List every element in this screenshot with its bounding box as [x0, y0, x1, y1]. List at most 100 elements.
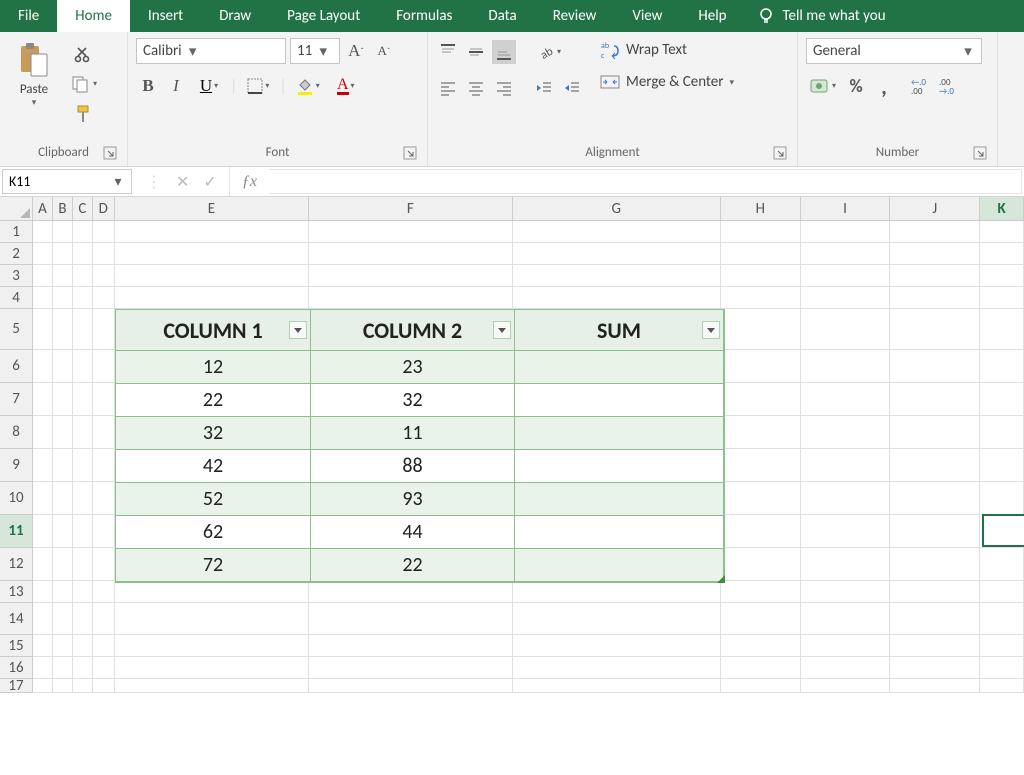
select-all-corner[interactable] [0, 197, 33, 221]
table-cell[interactable]: 62 [116, 516, 311, 549]
spreadsheet-grid[interactable]: ABCDEFGHIJK 1234567891011121314151617 CO… [0, 197, 1024, 775]
orientation-button[interactable]: ab▾ [532, 40, 566, 64]
column-header-D[interactable]: D [93, 197, 115, 221]
align-center-button[interactable] [464, 76, 488, 100]
dialog-launcher-icon[interactable] [773, 146, 787, 160]
menu-tab-draw[interactable]: Draw [201, 0, 269, 32]
name-box[interactable]: K11▾ [2, 169, 132, 194]
table-cell[interactable] [515, 516, 724, 549]
menu-tab-review[interactable]: Review [535, 0, 615, 32]
row-header-2[interactable]: 2 [0, 243, 33, 265]
table-header-column-2[interactable]: COLUMN 2 [311, 310, 515, 351]
accounting-format-button[interactable]: ▾ [806, 74, 840, 98]
enter-formula-button[interactable]: ✓ [203, 172, 216, 192]
column-header-G[interactable]: G [513, 197, 721, 221]
column-header-E[interactable]: E [115, 197, 309, 221]
table-cell[interactable]: 22 [116, 384, 311, 417]
align-bottom-button[interactable] [492, 40, 516, 64]
font-size-select[interactable]: 11▾ [290, 38, 340, 64]
copy-button[interactable]: ▾ [66, 72, 102, 96]
column-header-I[interactable]: I [801, 197, 891, 221]
align-right-button[interactable] [492, 76, 516, 100]
tell-me-search[interactable]: Tell me what you [745, 0, 898, 32]
table-cell[interactable]: 44 [311, 516, 515, 549]
row-header-11[interactable]: 11 [0, 515, 33, 548]
table-cell[interactable] [515, 483, 724, 516]
fill-color-button[interactable]: ▾ [291, 74, 325, 98]
fx-label[interactable]: ƒx [230, 167, 269, 196]
column-header-J[interactable]: J [890, 197, 980, 221]
increase-font-button[interactable]: Aˆ [344, 39, 368, 63]
cancel-formula-button[interactable]: ✕ [176, 172, 189, 192]
table-cell[interactable]: 12 [116, 351, 311, 384]
table-cell[interactable]: 42 [116, 450, 311, 483]
wrap-text-button[interactable]: abc Wrap Text [600, 40, 734, 60]
row-header-12[interactable]: 12 [0, 548, 33, 581]
table-cell[interactable]: 32 [311, 384, 515, 417]
merge-center-button[interactable]: Merge & Center ▾ [600, 72, 734, 92]
table-cell[interactable]: 88 [311, 450, 515, 483]
table-cell[interactable] [515, 384, 724, 417]
decrease-font-button[interactable]: Aˇ [372, 39, 396, 63]
column-header-H[interactable]: H [721, 197, 801, 221]
underline-button[interactable]: U▾ [192, 74, 226, 98]
table-header-column-1[interactable]: COLUMN 1 [116, 310, 311, 351]
paste-button[interactable]: Paste ▾ [8, 38, 60, 108]
row-header-3[interactable]: 3 [0, 265, 33, 287]
decrease-indent-button[interactable] [532, 76, 556, 100]
table-cell[interactable]: 52 [116, 483, 311, 516]
row-header-15[interactable]: 15 [0, 635, 33, 657]
menu-tab-insert[interactable]: Insert [130, 0, 201, 32]
row-header-7[interactable]: 7 [0, 383, 33, 416]
table-cell[interactable] [515, 549, 724, 582]
decrease-decimal-button[interactable]: .00→.0 [938, 74, 962, 98]
filter-button[interactable] [289, 321, 307, 339]
menu-tab-help[interactable]: Help [680, 0, 744, 32]
menu-tab-data[interactable]: Data [470, 0, 534, 32]
align-middle-button[interactable] [464, 40, 488, 64]
row-header-4[interactable]: 4 [0, 287, 33, 309]
italic-button[interactable]: I [164, 74, 188, 98]
font-name-select[interactable]: Calibri▾ [136, 38, 286, 64]
formula-input[interactable] [269, 169, 1022, 194]
row-header-1[interactable]: 1 [0, 221, 33, 243]
row-header-8[interactable]: 8 [0, 416, 33, 449]
table-cell[interactable] [515, 351, 724, 384]
row-header-5[interactable]: 5 [0, 309, 33, 350]
row-header-6[interactable]: 6 [0, 350, 33, 383]
row-header-14[interactable]: 14 [0, 603, 33, 635]
borders-button[interactable]: ▾ [241, 74, 275, 98]
increase-decimal-button[interactable]: ←.0.00 [910, 74, 934, 98]
comma-button[interactable]: , [872, 74, 896, 98]
table-resize-grip[interactable] [717, 575, 725, 583]
cut-button[interactable] [72, 42, 96, 66]
table-cell[interactable]: 22 [311, 549, 515, 582]
row-header-16[interactable]: 16 [0, 657, 33, 679]
font-color-button[interactable]: A▾ [329, 74, 363, 98]
table-cell[interactable]: 11 [311, 417, 515, 450]
table-header-sum[interactable]: SUM [515, 310, 724, 351]
column-header-C[interactable]: C [73, 197, 93, 221]
dialog-launcher-icon[interactable] [973, 146, 987, 160]
row-header-10[interactable]: 10 [0, 482, 33, 515]
menu-tab-page-layout[interactable]: Page Layout [269, 0, 378, 32]
column-header-A[interactable]: A [33, 197, 53, 221]
table-cell[interactable]: 32 [116, 417, 311, 450]
table-cell[interactable]: 23 [311, 351, 515, 384]
bold-button[interactable]: B [136, 74, 160, 98]
table-cell[interactable]: 72 [116, 549, 311, 582]
format-painter-button[interactable] [72, 102, 96, 126]
align-left-button[interactable] [436, 76, 460, 100]
table-cell[interactable] [515, 450, 724, 483]
column-header-F[interactable]: F [309, 197, 512, 221]
filter-button[interactable] [702, 321, 720, 339]
align-top-button[interactable] [436, 40, 460, 64]
increase-indent-button[interactable] [560, 76, 584, 100]
menu-tab-file[interactable]: File [0, 0, 57, 32]
row-header-9[interactable]: 9 [0, 449, 33, 482]
percent-button[interactable]: % [844, 74, 868, 98]
active-cell[interactable] [982, 514, 1024, 547]
menu-tab-view[interactable]: View [614, 0, 680, 32]
number-format-select[interactable]: General▾ [806, 38, 982, 64]
filter-button[interactable] [493, 321, 511, 339]
